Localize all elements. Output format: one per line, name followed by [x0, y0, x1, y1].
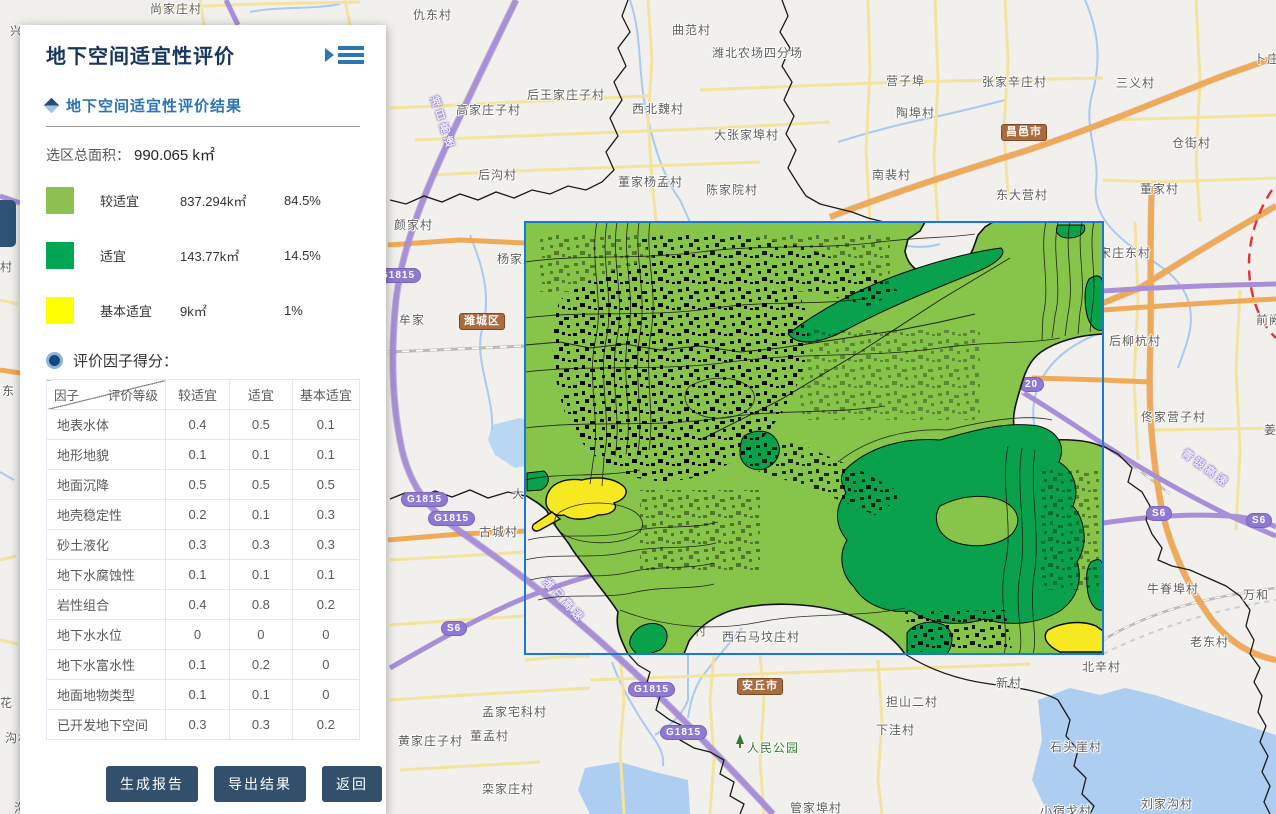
factor-cell: 地下水富水性: [47, 650, 166, 680]
corner-top-label: 评价等级: [108, 385, 158, 404]
column-header: 较适宜: [165, 380, 229, 410]
score-cell: 0.2: [292, 710, 359, 740]
legend-label: 适宜: [100, 246, 180, 265]
score-cell: 0.5: [292, 470, 359, 500]
score-cell: 0.4: [165, 590, 229, 620]
score-cell: 0.3: [165, 530, 229, 560]
score-cell: 0.3: [230, 710, 293, 740]
legend-row: 基本适宜 9k㎡ 1%: [46, 283, 360, 338]
back-button[interactable]: 返回: [322, 766, 382, 802]
section-title: 地下空间适宜性评价结果: [66, 95, 242, 116]
table-row: 地表水体0.40.50.1: [47, 410, 360, 440]
score-cell: 0.1: [165, 650, 229, 680]
table-row: 地形地貌0.10.10.1: [47, 440, 360, 470]
diamond-icon: [44, 98, 60, 114]
score-cell: 0.3: [230, 530, 293, 560]
panel-collapse-button[interactable]: [325, 46, 364, 64]
score-cell: 0.1: [230, 560, 293, 590]
legend-area: 837.294k㎡: [180, 191, 284, 210]
result-legend: 较适宜 837.294k㎡ 84.5% 适宜 143.77k㎡ 14.5% 基本…: [46, 173, 360, 338]
score-cell: 0.4: [165, 410, 229, 440]
generate-report-button[interactable]: 生成报告: [106, 766, 198, 802]
legend-swatch-green: [46, 242, 74, 269]
score-cell: 0: [165, 620, 229, 650]
score-cell: 0.1: [230, 500, 293, 530]
legend-percent: 1%: [284, 303, 303, 318]
factor-cell: 地形地貌: [47, 440, 166, 470]
total-area-row: 选区总面积：990.065 k㎡: [46, 144, 360, 165]
legend-row: 较适宜 837.294k㎡ 84.5%: [46, 173, 360, 228]
score-cell: 0.2: [230, 650, 293, 680]
score-cell: 0.3: [292, 500, 359, 530]
score-cell: 0.1: [230, 440, 293, 470]
legend-swatch-light-green: [46, 187, 74, 214]
score-cell: 0.5: [230, 470, 293, 500]
app-window: 兴旺官村尚家庄村仇东村曲范村潍北农场四分场营子埠张家辛庄村三义村卜庄后王家庄子村…: [0, 0, 1276, 814]
column-header: 适宜: [230, 380, 293, 410]
total-area-label: 选区总面积：: [46, 147, 130, 163]
score-cell: 0: [230, 620, 293, 650]
score-cell: 0.3: [165, 710, 229, 740]
table-row: 岩性组合0.40.80.2: [47, 590, 360, 620]
table-row: 地壳稳定性0.20.10.3: [47, 500, 360, 530]
score-cell: 0.1: [165, 560, 229, 590]
factor-cell: 地面沉降: [47, 470, 166, 500]
score-cell: 0.1: [165, 680, 229, 710]
factor-table: 评价等级 因子 较适宜 适宜 基本适宜 地表水体0.40.50.1地形地貌0.1…: [46, 379, 360, 740]
corner-bottom-label: 因子: [54, 385, 79, 404]
table-row: 地面地物类型0.10.10: [47, 680, 360, 710]
factor-cell: 已开发地下空间: [47, 710, 166, 740]
total-area-value: 990.065 k㎡: [134, 147, 215, 164]
table-header-row: 评价等级 因子 较适宜 适宜 基本适宜: [47, 380, 360, 410]
table-corner-cell: 评价等级 因子: [47, 380, 166, 410]
score-cell: 0: [292, 680, 359, 710]
factor-cell: 地面地物类型: [47, 680, 166, 710]
table-row: 地下水水位000: [47, 620, 360, 650]
table-row: 地面沉降0.50.50.5: [47, 470, 360, 500]
score-cell: 0.5: [230, 410, 293, 440]
legend-row: 适宜 143.77k㎡ 14.5%: [46, 228, 360, 283]
evaluation-panel: 地下空间适宜性评价 地下空间适宜性评价结果 选区总面积：990.065 k㎡ 较…: [20, 25, 386, 814]
factor-cell: 地下水腐蚀性: [47, 560, 166, 590]
table-row: 地下水富水性0.10.20: [47, 650, 360, 680]
score-cell: 0: [292, 650, 359, 680]
score-cell: 0.1: [292, 410, 359, 440]
panel-title: 地下空间适宜性评价: [46, 40, 235, 69]
factor-cell: 砂土液化: [47, 530, 166, 560]
factor-cell: 地下水水位: [47, 620, 166, 650]
factors-title: 评价因子得分：: [73, 350, 178, 371]
factor-cell: 地壳稳定性: [47, 500, 166, 530]
legend-label: 基本适宜: [100, 301, 180, 320]
export-result-button[interactable]: 导出结果: [214, 766, 306, 802]
score-cell: 0.8: [230, 590, 293, 620]
table-row: 已开发地下空间0.30.30.2: [47, 710, 360, 740]
score-cell: 0.3: [292, 530, 359, 560]
factor-cell: 地表水体: [47, 410, 166, 440]
legend-area: 143.77k㎡: [180, 246, 284, 265]
factor-cell: 岩性组合: [47, 590, 166, 620]
legend-percent: 84.5%: [284, 193, 321, 208]
collapse-arrow-icon: [325, 48, 334, 62]
table-row: 地下水腐蚀性0.10.10.1: [47, 560, 360, 590]
score-cell: 0.1: [165, 440, 229, 470]
legend-percent: 14.5%: [284, 248, 321, 263]
table-row: 砂土液化0.30.30.3: [47, 530, 360, 560]
score-cell: 0.2: [292, 590, 359, 620]
legend-label: 较适宜: [100, 191, 180, 210]
score-cell: 0.5: [165, 470, 229, 500]
score-cell: 0.1: [292, 560, 359, 590]
menu-icon: [338, 46, 364, 64]
score-cell: 0.2: [165, 500, 229, 530]
score-cell: 0.1: [292, 440, 359, 470]
bullet-circle-icon: [46, 352, 63, 369]
legend-swatch-yellow: [46, 297, 74, 324]
score-cell: 0.1: [230, 680, 293, 710]
column-header: 基本适宜: [292, 380, 359, 410]
score-cell: 0: [292, 620, 359, 650]
legend-area: 9k㎡: [180, 301, 284, 320]
